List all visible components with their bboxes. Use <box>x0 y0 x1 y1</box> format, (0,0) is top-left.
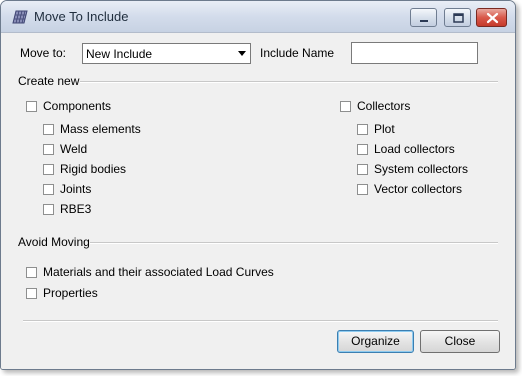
properties-label: Properties <box>43 286 98 300</box>
move-to-selected-value: New Include <box>86 47 153 61</box>
create-new-divider <box>80 81 498 83</box>
materials-label: Materials and their associated Load Curv… <box>43 265 274 279</box>
create-new-heading: Create new <box>18 74 80 88</box>
move-to-dropdown[interactable]: New Include <box>82 43 251 64</box>
title-bar[interactable]: Move To Include <box>1 1 515 33</box>
mass-elements-checkbox[interactable] <box>43 124 54 135</box>
vector-collectors-checkbox[interactable] <box>357 184 368 195</box>
window-title: Move To Include <box>34 9 129 24</box>
load-collectors-checkbox[interactable] <box>357 144 368 155</box>
system-collectors-checkbox[interactable] <box>357 164 368 175</box>
dialog-body: Move to: New Include Include Name Create… <box>1 33 515 369</box>
organize-button[interactable]: Organize <box>337 330 414 353</box>
vector-collectors-label: Vector collectors <box>374 182 463 196</box>
load-collectors-label: Load collectors <box>374 142 455 156</box>
rigid-bodies-checkbox[interactable] <box>43 164 54 175</box>
joints-label: Joints <box>60 182 92 196</box>
plot-label: Plot <box>374 122 395 136</box>
maximize-icon <box>453 13 464 23</box>
move-to-include-dialog: Move To Include Move to: New Include Inc… <box>0 0 516 370</box>
close-button[interactable]: Close <box>420 330 500 353</box>
plot-checkbox[interactable] <box>357 124 368 135</box>
maximize-button[interactable] <box>444 8 471 27</box>
rbe3-label: RBE3 <box>60 202 92 216</box>
minimize-icon <box>420 20 428 22</box>
system-collectors-label: System collectors <box>374 162 469 176</box>
include-name-label: Include Name <box>260 46 335 60</box>
move-to-label: Move to: <box>20 46 67 60</box>
properties-checkbox[interactable] <box>26 288 37 299</box>
components-checkbox[interactable] <box>26 101 37 112</box>
minimize-button[interactable] <box>410 8 437 27</box>
rbe3-checkbox[interactable] <box>43 204 54 215</box>
include-name-input[interactable] <box>351 42 478 64</box>
materials-checkbox[interactable] <box>26 267 37 278</box>
mass-elements-label: Mass elements <box>60 122 141 136</box>
close-icon <box>486 12 499 24</box>
collectors-checkbox[interactable] <box>340 101 351 112</box>
weld-checkbox[interactable] <box>43 144 54 155</box>
close-window-button[interactable] <box>476 8 507 27</box>
avoid-moving-heading: Avoid Moving <box>18 235 90 249</box>
collectors-label: Collectors <box>357 99 411 113</box>
avoid-moving-divider <box>90 242 498 244</box>
rigid-bodies-label: Rigid bodies <box>60 162 127 176</box>
app-grid-icon <box>12 10 28 24</box>
joints-checkbox[interactable] <box>43 184 54 195</box>
weld-label: Weld <box>60 142 88 156</box>
components-label: Components <box>43 99 112 113</box>
chevron-down-icon <box>238 51 246 56</box>
button-row-divider <box>23 320 498 322</box>
